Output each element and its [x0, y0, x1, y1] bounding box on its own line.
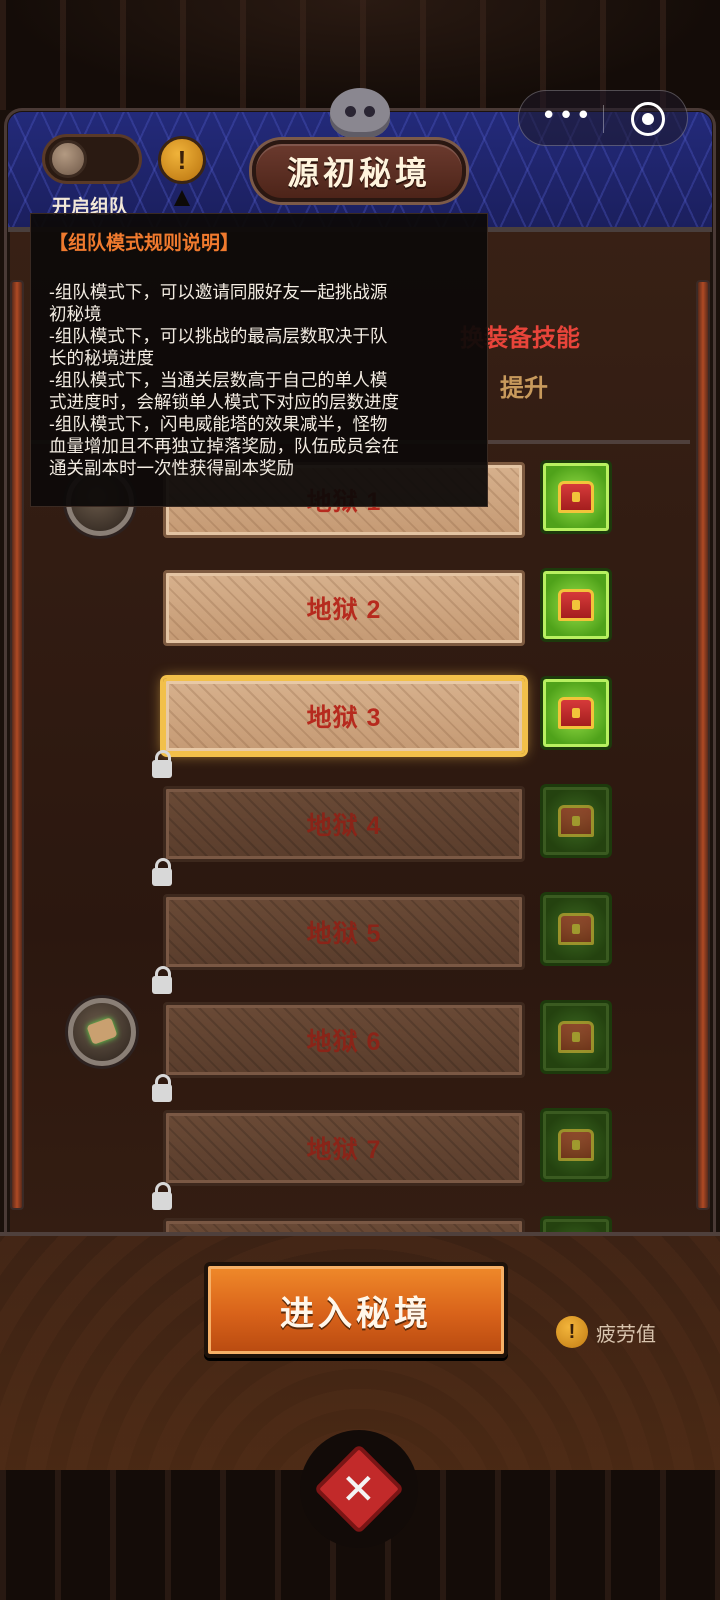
floor-reward-chest-5[interactable]: [540, 892, 612, 966]
chest-icon: [558, 697, 594, 729]
crossed-swords-icon: ✕: [313, 1443, 405, 1535]
floor-label: 地狱 5: [306, 920, 382, 948]
floor-list: 地狱 1 地狱 2 地狱 3 地狱 4 地狱 5 地狱 6 地狱 7: [30, 444, 690, 1250]
floor-reward-chest-2[interactable]: [540, 568, 612, 642]
floor-row-7: 地狱 7: [30, 1074, 690, 1200]
floor-button-4[interactable]: 地狱 4: [163, 786, 525, 862]
popup-rule-line: 血量增加且不再独立掉落奖励，队伍成员会在: [49, 436, 399, 456]
chest-icon: [558, 1129, 594, 1161]
capsule-separator: [603, 105, 604, 133]
floor-reward-chest-3[interactable]: [540, 676, 612, 750]
chest-icon: [558, 913, 594, 945]
floor-button-7[interactable]: 地狱 7: [163, 1110, 525, 1186]
chest-icon: [558, 805, 594, 837]
popup-rule-line: -组队模式下，当通关层数高于自己的单人模: [49, 370, 388, 390]
floor-row-4: 地狱 4: [30, 750, 690, 876]
floor-reward-chest-1[interactable]: [540, 460, 612, 534]
team-mode-toggle[interactable]: [42, 134, 142, 184]
mini-program-capsule: •••: [518, 90, 688, 146]
close-target-icon[interactable]: [631, 102, 665, 136]
chest-icon: [558, 589, 594, 621]
popup-rule-line: 式进度时，会解锁单人模式下对应的层数进度: [49, 392, 399, 412]
scroll-medallion-icon[interactable]: [68, 998, 136, 1066]
floor-reward-chest-7[interactable]: [540, 1108, 612, 1182]
battle-glyph: ✕: [341, 1464, 377, 1514]
floor-row-5: 地狱 5: [30, 858, 690, 984]
team-info-button[interactable]: !: [158, 136, 206, 184]
lock-icon: [152, 966, 172, 994]
floor-reward-chest-6[interactable]: [540, 1000, 612, 1074]
fatigue-indicator[interactable]: ! 疲劳值: [556, 1316, 656, 1348]
popup-pointer: [174, 190, 190, 206]
floor-label: 地狱 4: [306, 812, 382, 840]
fatigue-info-icon: !: [556, 1316, 588, 1348]
popup-rule-line: 通关副本时一次性获得副本奖励: [49, 458, 294, 478]
popup-rule-line: 长的秘境进度: [49, 348, 154, 368]
team-rules-popup: 【组队模式规则说明】 -组队模式下，可以邀请同服好友一起挑战源 初秘境 -组队模…: [30, 213, 488, 507]
chest-icon: [558, 1021, 594, 1053]
floor-label: 地狱 2: [306, 596, 382, 624]
chest-icon: [558, 481, 594, 513]
popup-rule-line: -组队模式下，可以挑战的最高层数取决于队: [49, 326, 388, 346]
floor-row-2: 地狱 2: [30, 552, 690, 660]
floor-label: 地狱 6: [306, 1028, 382, 1056]
popup-rule-line: -组队模式下，可以邀请同服好友一起挑战源: [49, 282, 388, 302]
lock-icon: [152, 858, 172, 886]
page-title: 源初秘境: [286, 154, 431, 192]
lock-icon: [152, 750, 172, 778]
floor-button-6[interactable]: 地狱 6: [163, 1002, 525, 1078]
popup-title: 【组队模式规则说明】: [49, 233, 240, 254]
floor-label: 地狱 3: [306, 704, 382, 732]
battle-emblem[interactable]: ✕: [300, 1430, 418, 1548]
lock-icon: [152, 1182, 172, 1210]
floor-button-2[interactable]: 地狱 2: [163, 570, 525, 646]
floor-button-3[interactable]: 地狱 3: [163, 678, 525, 754]
left-rail: [10, 280, 24, 1210]
floor-button-5[interactable]: 地狱 5: [163, 894, 525, 970]
enter-realm-label: 进入秘境: [280, 1293, 432, 1334]
right-rail: [696, 280, 710, 1210]
skull-ornament-icon: [330, 88, 390, 138]
enter-realm-button[interactable]: 进入秘境: [204, 1262, 508, 1358]
popup-rule-line: 初秘境: [49, 304, 102, 324]
more-menu-icon[interactable]: •••: [541, 103, 591, 133]
floor-reward-chest-4[interactable]: [540, 784, 612, 858]
toggle-knob: [49, 140, 87, 178]
fatigue-label: 疲劳值: [596, 1323, 656, 1346]
page-title-plate: 源初秘境: [252, 140, 466, 202]
floor-row-3: 地狱 3: [30, 660, 690, 768]
popup-rule-line: -组队模式下，闪电威能塔的效果减半，怪物: [49, 414, 388, 434]
upgrade-hint-text: 提升: [500, 375, 548, 402]
floor-label: 地狱 7: [306, 1136, 382, 1164]
lock-icon: [152, 1074, 172, 1102]
